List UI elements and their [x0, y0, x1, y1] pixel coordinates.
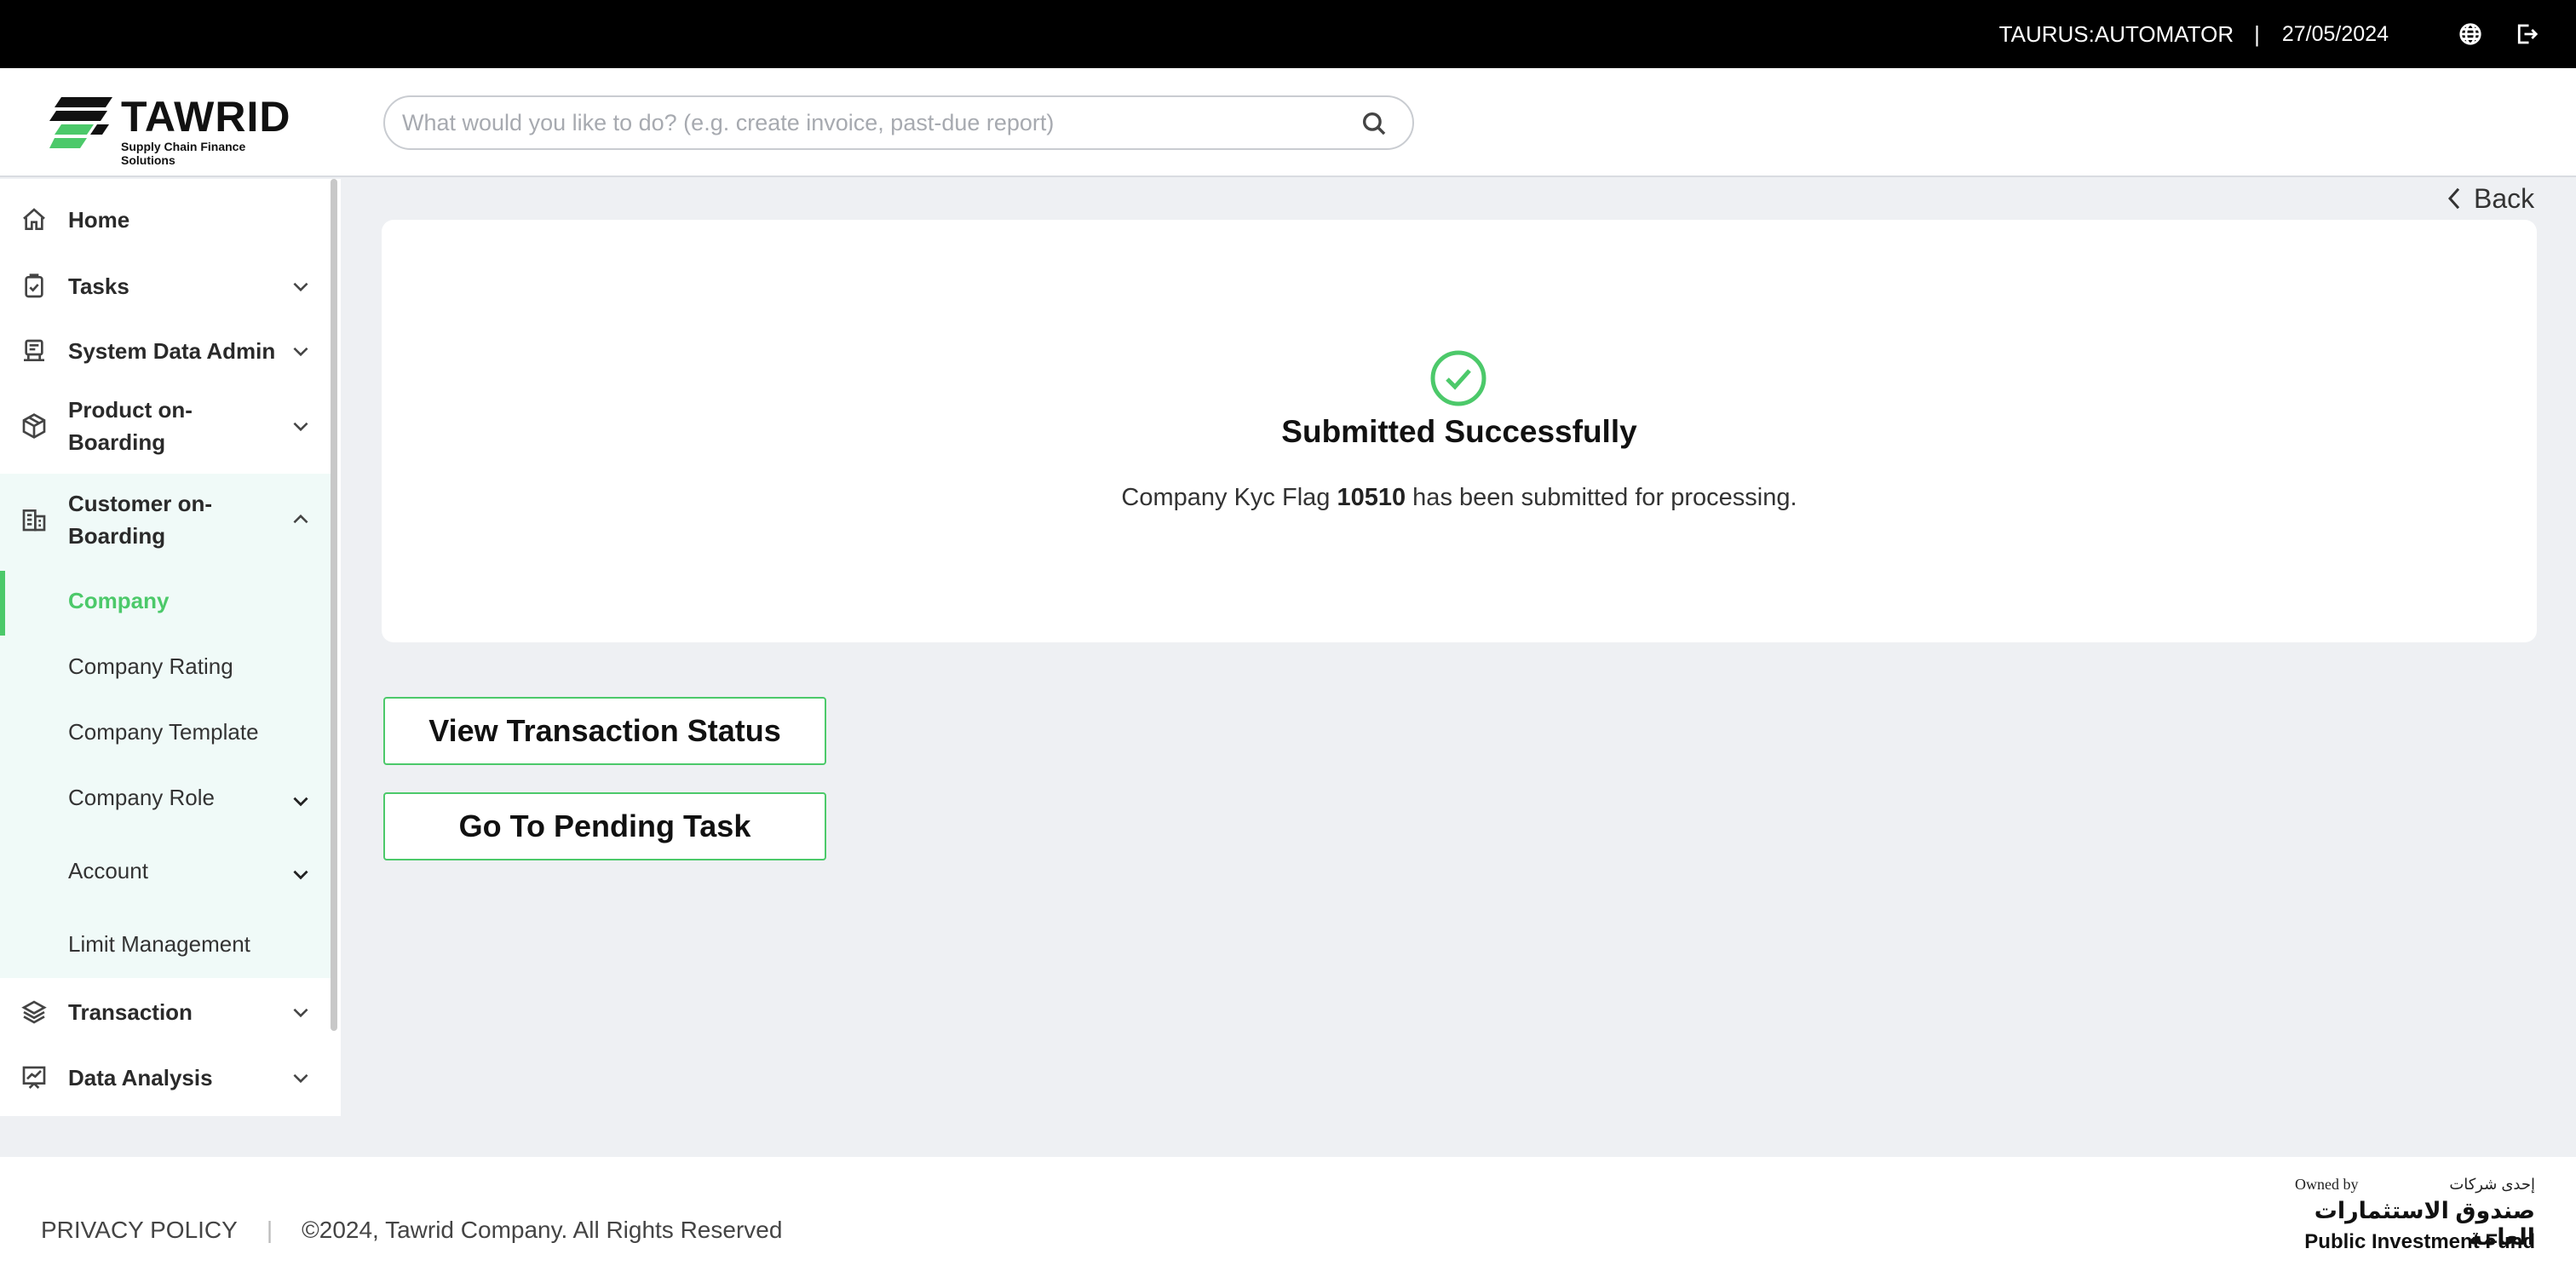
brand-tagline: Supply Chain Finance Solutions: [121, 140, 246, 167]
sidebar-item-customer-onboarding[interactable]: Customer on- Boarding: [0, 474, 331, 566]
sidebar-item-label-line2: Boarding: [68, 523, 166, 549]
sidebar-item-label: Tasks: [68, 273, 129, 299]
sidebar-item-product-onboarding[interactable]: Product on- Boarding: [0, 390, 331, 462]
chevron-down-icon: [290, 340, 312, 362]
chevron-left-icon: [2447, 187, 2460, 210]
sidebar-item-label-line1: Product on-: [68, 397, 193, 423]
sidebar-subitem-limit-management[interactable]: Limit Management: [0, 914, 331, 979]
header: TAWRID Supply Chain Finance Solutions: [0, 68, 2576, 177]
chevron-down-icon: [290, 1067, 312, 1089]
view-transaction-status-button[interactable]: View Transaction Status: [383, 697, 826, 765]
check-circle-icon: [1429, 349, 1487, 407]
current-user: TAURUS:AUTOMATOR: [1998, 20, 2234, 47]
search-icon[interactable]: [1360, 109, 1389, 138]
chevron-down-icon: [290, 863, 312, 885]
sidebar-subitem-company-role[interactable]: Company Role: [0, 768, 331, 832]
sidebar-subitem-label: Company Template: [68, 719, 259, 745]
sidebar-item-label: System Data Admin: [68, 338, 276, 364]
back-label: Back: [2474, 182, 2535, 214]
top-bar: TAURUS:AUTOMATOR | 27/05/2024: [0, 0, 2576, 68]
sidebar-item-data-analysis[interactable]: Data Analysis: [0, 1054, 331, 1102]
sidebar-scrollbar[interactable]: [331, 179, 337, 1031]
copyright-text: ©2024, Tawrid Company. All Rights Reserv…: [302, 1217, 783, 1243]
sidebar-subitem-company[interactable]: Company: [0, 571, 331, 636]
sidebar-subitem-company-template[interactable]: Company Template: [0, 702, 331, 767]
topbar-separator: |: [2254, 20, 2260, 47]
clipboard-check-icon: [20, 273, 48, 300]
footer: PRIVACY POLICY | ©2024, Tawrid Company. …: [0, 1157, 2576, 1266]
footer-links: PRIVACY POLICY | ©2024, Tawrid Company. …: [41, 1217, 782, 1244]
sidebar-subitem-label: Account: [68, 858, 148, 883]
pif-logo: Owned by إحدى شركات صندوق الاستثمارات ال…: [2295, 1176, 2535, 1257]
current-date: 27/05/2024: [2281, 21, 2389, 46]
chevron-down-icon: [290, 790, 312, 812]
home-icon: [20, 206, 48, 233]
sidebar-item-label: Transaction: [68, 999, 193, 1025]
chevron-down-icon: [290, 1001, 312, 1023]
back-button[interactable]: Back: [2443, 179, 2534, 218]
sidebar-item-label-line1: Customer on-: [68, 491, 212, 516]
sidebar-item-home[interactable]: Home: [0, 196, 331, 244]
privacy-policy-link[interactable]: PRIVACY POLICY: [41, 1217, 238, 1244]
owned-by-label: Owned by: [2295, 1176, 2359, 1193]
sidebar-item-label: Home: [68, 207, 130, 233]
sidebar-item-label-line2: Boarding: [68, 429, 166, 455]
logout-icon[interactable]: [2513, 20, 2540, 48]
sidebar-subitem-label: Company Role: [68, 785, 215, 810]
tawrid-logo-mark: [49, 97, 112, 148]
sidebar-item-system-data-admin[interactable]: System Data Admin: [0, 327, 331, 375]
system-admin-icon: [20, 337, 48, 365]
sidebar-subitem-label: Company: [68, 588, 170, 613]
sidebar-item-tasks[interactable]: Tasks: [0, 262, 331, 310]
chart-icon: [20, 1064, 48, 1091]
sidebar: Home Tasks System Data Admin Product on-…: [0, 179, 341, 1116]
chevron-down-icon: [290, 275, 312, 297]
brand-name: TAWRID: [121, 93, 291, 141]
globe-icon[interactable]: [2457, 20, 2484, 48]
sidebar-subitem-company-rating[interactable]: Company Rating: [0, 636, 331, 701]
package-icon: [20, 412, 48, 440]
search-bar[interactable]: [383, 95, 1414, 150]
go-to-pending-task-button[interactable]: Go To Pending Task: [383, 792, 826, 860]
submission-id: 10510: [1337, 484, 1406, 511]
footer-separator: |: [266, 1217, 273, 1243]
message-prefix: Company Kyc Flag: [1121, 484, 1337, 511]
pif-english-name: Public Investment Fund: [2304, 1230, 2535, 1253]
chevron-up-icon: [290, 509, 312, 531]
chevron-down-icon: [290, 415, 312, 437]
success-message: Company Kyc Flag 10510 has been submitte…: [382, 484, 2537, 512]
message-suffix: has been submitted for processing.: [1406, 484, 1797, 511]
success-card: Submitted Successfully Company Kyc Flag …: [382, 220, 2537, 642]
active-indicator: [0, 571, 5, 636]
sidebar-subitem-label: Limit Management: [68, 931, 250, 957]
success-title: Submitted Successfully: [1281, 414, 1637, 449]
search-input[interactable]: [402, 109, 1322, 136]
sidebar-item-transaction[interactable]: Transaction: [0, 988, 331, 1036]
tawrid-logo[interactable]: TAWRID Supply Chain Finance Solutions: [49, 92, 296, 167]
sidebar-item-label: Data Analysis: [68, 1065, 213, 1090]
sidebar-subitem-account[interactable]: Account: [0, 841, 331, 906]
building-icon: [20, 506, 48, 533]
pif-arabic-tagline: إحدى شركات: [2449, 1176, 2535, 1193]
layers-icon: [20, 998, 48, 1026]
sidebar-subitem-label: Company Rating: [68, 653, 233, 679]
